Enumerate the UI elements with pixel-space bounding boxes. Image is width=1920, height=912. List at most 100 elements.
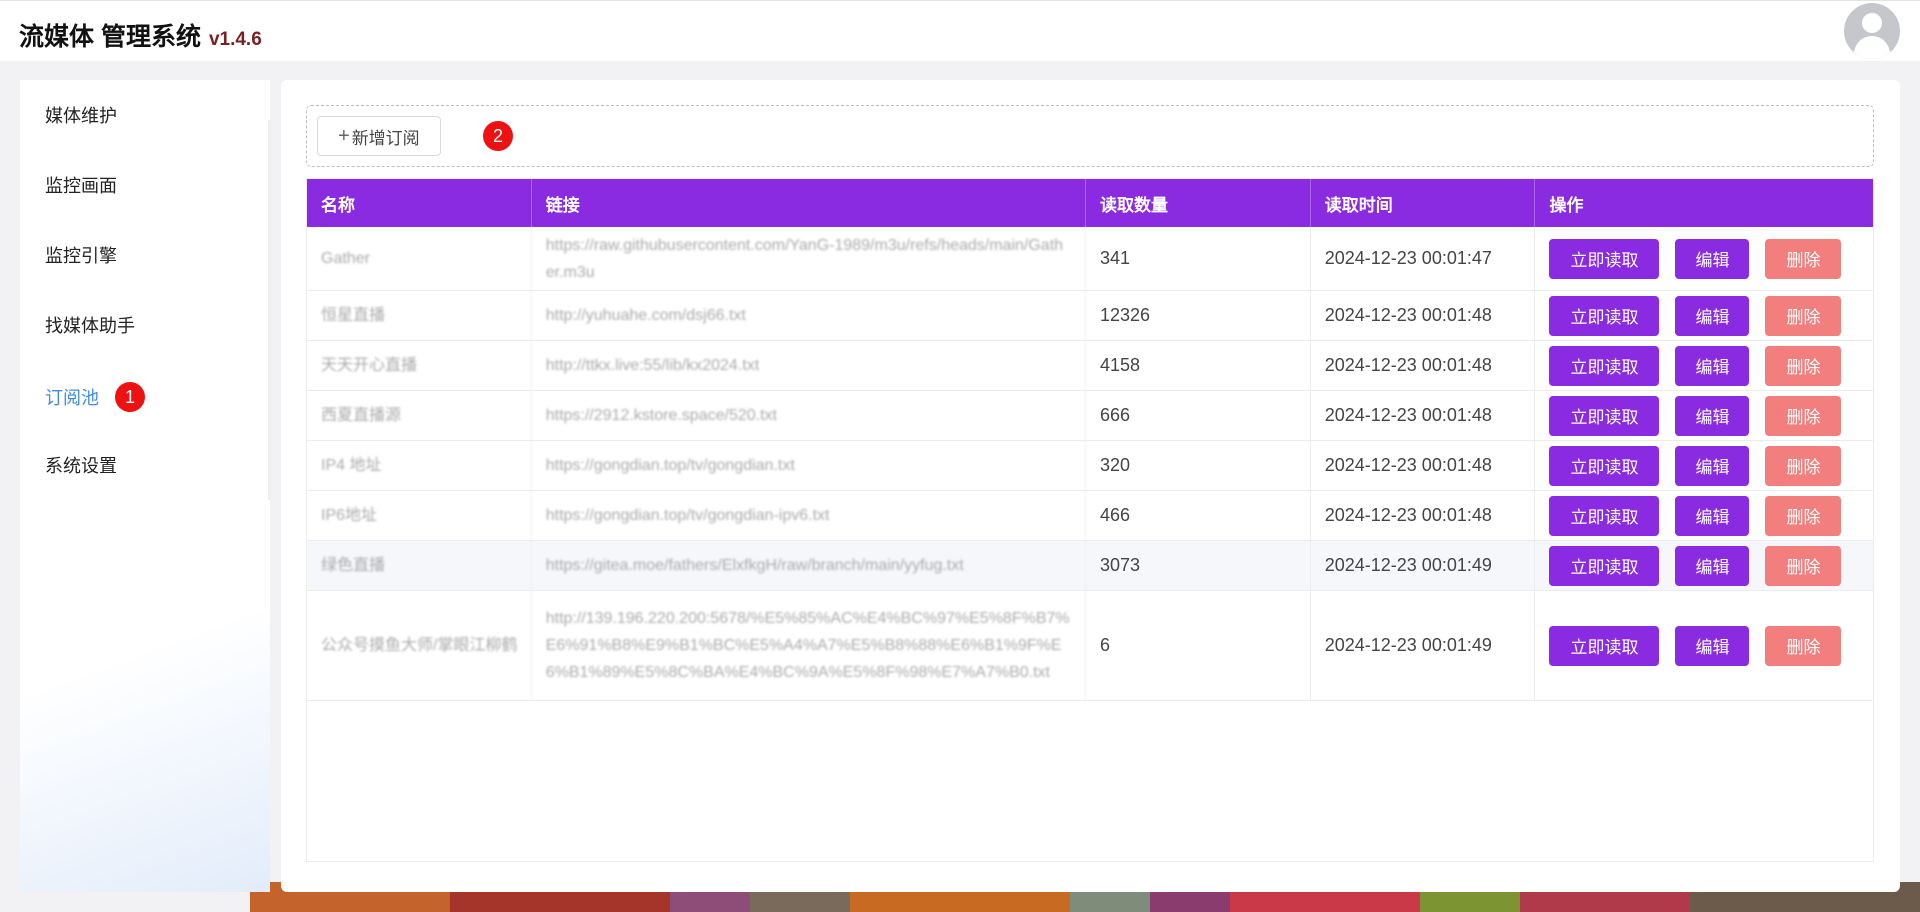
cell-time: 2024-12-23 00:01:49 bbox=[1311, 541, 1536, 590]
edit-button[interactable]: 编辑 bbox=[1675, 345, 1750, 386]
cell-actions: 立即读取 编辑 删除 bbox=[1535, 391, 1873, 440]
cell-name: Gather bbox=[307, 227, 532, 290]
brand: 流媒体 管理系统 v1.4.6 bbox=[19, 17, 262, 53]
delete-button[interactable]: 删除 bbox=[1765, 545, 1842, 586]
table-row[interactable]: 公众号摸鱼大师/掌眼江柳鹤 http://139.196.220.200:5678… bbox=[307, 591, 1873, 701]
cell-count: 6 bbox=[1086, 591, 1311, 700]
cell-count: 320 bbox=[1086, 441, 1311, 490]
sidebar-item-label: 媒体维护 bbox=[45, 106, 117, 126]
cell-actions: 立即读取 编辑 删除 bbox=[1535, 491, 1873, 540]
table-row[interactable]: IP4 地址 https://gongdian.top/tv/gongdian.t… bbox=[307, 441, 1873, 491]
plus-icon: + bbox=[338, 124, 350, 147]
edit-button[interactable]: 编辑 bbox=[1675, 495, 1750, 536]
edit-button[interactable]: 编辑 bbox=[1675, 445, 1750, 486]
sidebar bbox=[20, 80, 270, 892]
table-row[interactable]: IP6地址 https://gongdian.top/tv/gongdian-ip… bbox=[307, 491, 1873, 541]
sidebar-item-monitor-engine[interactable]: 监控引擎 bbox=[45, 240, 117, 270]
delete-button[interactable]: 删除 bbox=[1765, 495, 1842, 536]
step-badge: 1 bbox=[115, 382, 145, 412]
cell-name: 西夏直播源 bbox=[307, 391, 532, 440]
cell-url: http://139.196.220.200:5678/%E5%85%AC%E4… bbox=[532, 591, 1087, 700]
table-row[interactable]: Gather https://raw.githubusercontent.com/… bbox=[307, 227, 1873, 291]
sidebar-divider bbox=[268, 120, 271, 500]
subscription-table: 名称 链接 读取数量 读取时间 操作 Gather https://raw.git… bbox=[306, 178, 1874, 862]
cell-name: 天天开心直播 bbox=[307, 341, 532, 390]
read-now-button[interactable]: 立即读取 bbox=[1549, 625, 1660, 666]
table-row[interactable]: 恒星直播 http://yuhuahe.com/dsj66.txt 12326 202… bbox=[307, 291, 1873, 341]
edit-button[interactable]: 编辑 bbox=[1675, 395, 1750, 436]
read-now-button[interactable]: 立即读取 bbox=[1549, 545, 1660, 586]
read-now-button[interactable]: 立即读取 bbox=[1549, 345, 1660, 386]
cell-url: https://gongdian.top/tv/gongdian.txt bbox=[532, 441, 1087, 490]
sidebar-item-system-settings[interactable]: 系统设置 bbox=[45, 450, 117, 480]
toolbar: + 新增订阅 2 bbox=[306, 105, 1874, 167]
cell-url: https://2912.kstore.space/520.txt bbox=[532, 391, 1087, 440]
read-now-button[interactable]: 立即读取 bbox=[1549, 295, 1660, 336]
table-header: 名称 链接 读取数量 读取时间 操作 bbox=[307, 179, 1873, 227]
table-body: Gather https://raw.githubusercontent.com/… bbox=[307, 227, 1873, 701]
top-header: 流媒体 管理系统 v1.4.6 bbox=[0, 0, 1920, 61]
edit-button[interactable]: 编辑 bbox=[1675, 545, 1750, 586]
sidebar-item-label: 找媒体助手 bbox=[45, 316, 135, 336]
cell-name: 绿色直播 bbox=[307, 541, 532, 590]
delete-button[interactable]: 删除 bbox=[1765, 625, 1842, 666]
column-header-url: 链接 bbox=[532, 179, 1086, 227]
step-badge: 2 bbox=[483, 121, 513, 151]
cell-count: 466 bbox=[1086, 491, 1311, 540]
app-title: 流媒体 管理系统 bbox=[19, 23, 201, 51]
cell-name: IP6地址 bbox=[307, 491, 532, 540]
sidebar-item-subscription-pool[interactable]: 订阅池 1 bbox=[45, 382, 145, 412]
column-header-name: 名称 bbox=[307, 179, 532, 227]
cell-time: 2024-12-23 00:01:48 bbox=[1311, 491, 1536, 540]
cell-actions: 立即读取 编辑 删除 bbox=[1535, 341, 1873, 390]
cell-actions: 立即读取 编辑 删除 bbox=[1535, 541, 1873, 590]
add-subscription-button[interactable]: + 新增订阅 bbox=[317, 116, 441, 156]
read-now-button[interactable]: 立即读取 bbox=[1549, 238, 1660, 279]
cell-time: 2024-12-23 00:01:48 bbox=[1311, 391, 1536, 440]
cell-name: 公众号摸鱼大师/掌眼江柳鹤 bbox=[307, 591, 532, 700]
table-row[interactable]: 天天开心直播 http://ttkx.live:55/lib/kx2024.txt… bbox=[307, 341, 1873, 391]
cell-url: http://yuhuahe.com/dsj66.txt bbox=[532, 291, 1087, 340]
sidebar-item-monitor-screen[interactable]: 监控画面 bbox=[45, 170, 117, 200]
edit-button[interactable]: 编辑 bbox=[1675, 238, 1750, 279]
add-subscription-label: 新增订阅 bbox=[351, 128, 420, 148]
edit-button[interactable]: 编辑 bbox=[1675, 625, 1750, 666]
sidebar-item-media-maintenance[interactable]: 媒体维护 bbox=[45, 100, 117, 130]
cell-actions: 立即读取 编辑 删除 bbox=[1535, 591, 1873, 700]
delete-button[interactable]: 删除 bbox=[1765, 238, 1842, 279]
cell-actions: 立即读取 编辑 删除 bbox=[1535, 291, 1873, 340]
sidebar-item-media-finder[interactable]: 找媒体助手 bbox=[45, 310, 135, 340]
read-now-button[interactable]: 立即读取 bbox=[1549, 495, 1660, 536]
read-now-button[interactable]: 立即读取 bbox=[1549, 445, 1660, 486]
column-header-count: 读取数量 bbox=[1086, 179, 1311, 227]
delete-button[interactable]: 删除 bbox=[1765, 445, 1842, 486]
cell-url: https://raw.githubusercontent.com/YanG-1… bbox=[532, 227, 1087, 290]
app-version: v1.4.6 bbox=[208, 29, 262, 50]
sidebar-item-label: 系统设置 bbox=[45, 456, 117, 476]
cell-url: https://gongdian.top/tv/gongdian-ipv6.tx… bbox=[532, 491, 1087, 540]
cell-count: 12326 bbox=[1086, 291, 1311, 340]
column-header-actions: 操作 bbox=[1549, 195, 1584, 215]
table-row[interactable]: 绿色直播 https://gitea.moe/fathers/ElxfkgH/ra… bbox=[307, 541, 1873, 591]
column-header-time: 读取时间 bbox=[1311, 179, 1536, 227]
cell-time: 2024-12-23 00:01:49 bbox=[1311, 591, 1536, 700]
cell-actions: 立即读取 编辑 删除 bbox=[1535, 227, 1873, 290]
read-now-button[interactable]: 立即读取 bbox=[1549, 395, 1660, 436]
cell-count: 4158 bbox=[1086, 341, 1311, 390]
delete-button[interactable]: 删除 bbox=[1765, 345, 1842, 386]
table-row[interactable]: 西夏直播源 https://2912.kstore.space/520.txt 66… bbox=[307, 391, 1873, 441]
main-panel: + 新增订阅 2 名称 链接 读取数量 读取时间 操作 Gather https:… bbox=[281, 80, 1900, 892]
cell-name: IP4 地址 bbox=[307, 441, 532, 490]
cell-count: 341 bbox=[1086, 227, 1311, 290]
delete-button[interactable]: 删除 bbox=[1765, 295, 1842, 336]
sidebar-item-label: 订阅池 bbox=[45, 388, 99, 408]
sidebar-item-label: 监控引擎 bbox=[45, 246, 117, 266]
cell-time: 2024-12-23 00:01:48 bbox=[1311, 291, 1536, 340]
edit-button[interactable]: 编辑 bbox=[1675, 295, 1750, 336]
cell-name: 恒星直播 bbox=[307, 291, 532, 340]
cell-time: 2024-12-23 00:01:47 bbox=[1311, 227, 1536, 290]
user-avatar-icon[interactable] bbox=[1844, 3, 1900, 59]
sidebar-item-label: 监控画面 bbox=[45, 176, 117, 196]
cell-actions: 立即读取 编辑 删除 bbox=[1535, 441, 1873, 490]
delete-button[interactable]: 删除 bbox=[1765, 395, 1842, 436]
